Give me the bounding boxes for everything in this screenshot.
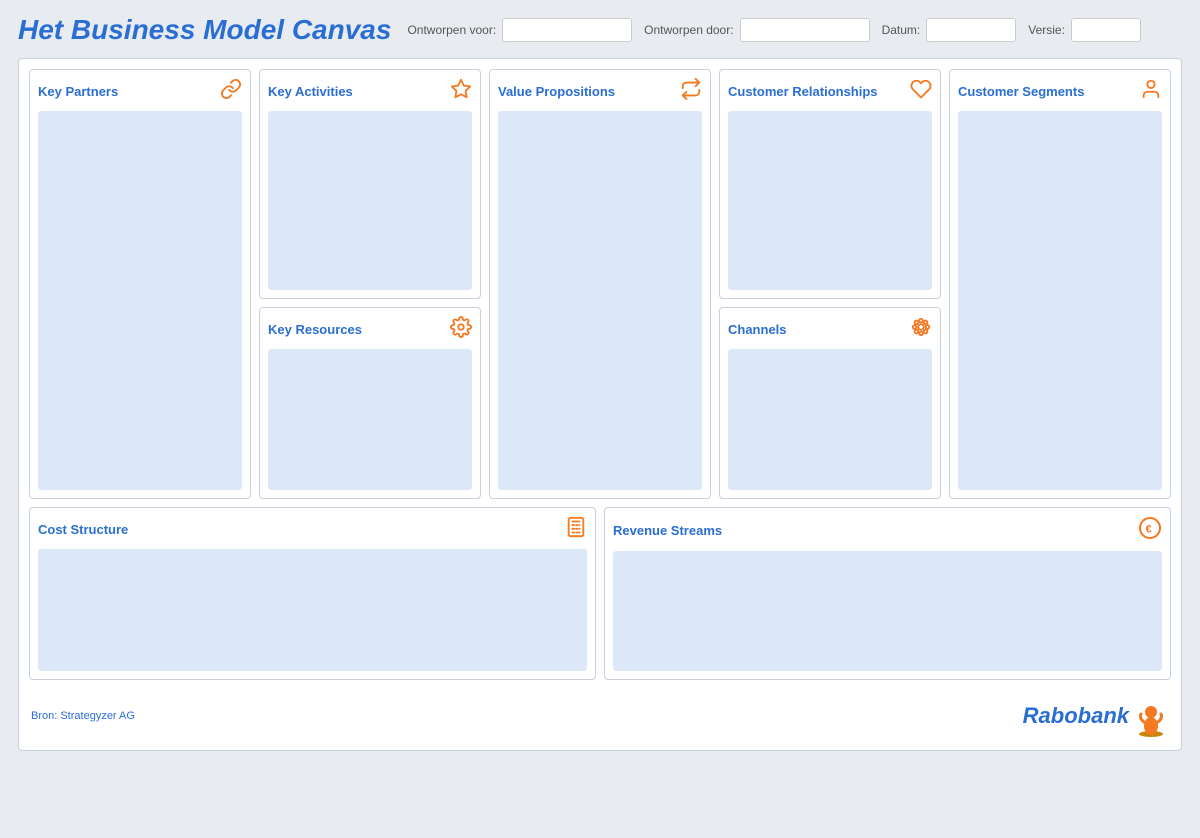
key-partners-col: Key Partners: [29, 69, 251, 499]
footer-logo: Rabobank: [1023, 694, 1169, 738]
versie-input[interactable]: [1071, 18, 1141, 42]
revenue-streams-box[interactable]: Revenue Streams €: [604, 507, 1171, 680]
calc-icon: [565, 516, 587, 543]
top-grid: Key Partners Key Activiti: [29, 69, 1171, 499]
key-partners-box[interactable]: Key Partners: [29, 69, 251, 499]
bottom-grid: Cost Structure: [29, 507, 1171, 680]
flower-icon: [910, 316, 932, 343]
datum-field: Datum:: [882, 18, 1017, 42]
customer-segments-box[interactable]: Customer Segments: [949, 69, 1171, 499]
customer-segments-col: Customer Segments: [949, 69, 1171, 499]
ontworpen-door-label: Ontworpen door:: [644, 23, 733, 37]
key-resources-header: Key Resources: [268, 316, 472, 343]
datum-input[interactable]: [926, 18, 1016, 42]
key-activities-box[interactable]: Key Activities: [259, 69, 481, 299]
heart-icon: [910, 78, 932, 105]
revenue-streams-header: Revenue Streams €: [613, 516, 1162, 545]
customer-segments-header: Customer Segments: [958, 78, 1162, 105]
svg-text:€: €: [1146, 524, 1152, 536]
customer-segments-content: [958, 111, 1162, 490]
key-partners-content: [38, 111, 242, 490]
value-propositions-header: Value Propositions: [498, 78, 702, 105]
value-propositions-content: [498, 111, 702, 490]
key-resources-box[interactable]: Key Resources: [259, 307, 481, 499]
versie-field: Versie:: [1028, 18, 1141, 42]
gear-icon: [450, 316, 472, 343]
cost-structure-header: Cost Structure: [38, 516, 587, 543]
customer-relationships-box[interactable]: Customer Relationships: [719, 69, 941, 299]
revenue-streams-title: Revenue Streams: [613, 523, 722, 538]
ontworpen-voor-field: Ontworpen voor:: [407, 18, 632, 42]
rabobank-logo-text: Rabobank: [1023, 703, 1129, 729]
channels-title: Channels: [728, 322, 787, 337]
ontworpen-voor-label: Ontworpen voor:: [407, 23, 496, 37]
versie-label: Versie:: [1028, 23, 1065, 37]
channels-content: [728, 349, 932, 490]
customer-segments-title: Customer Segments: [958, 84, 1084, 99]
key-activities-content: [268, 111, 472, 290]
header-fields: Ontworpen voor: Ontworpen door: Datum: V…: [407, 18, 1182, 42]
value-propositions-col: Value Propositions: [489, 69, 711, 499]
key-resources-content: [268, 349, 472, 490]
cost-structure-content: [38, 549, 587, 671]
channels-header: Channels: [728, 316, 932, 343]
page-title: Het Business Model Canvas: [18, 14, 391, 46]
value-propositions-box[interactable]: Value Propositions: [489, 69, 711, 499]
revenue-streams-content: [613, 551, 1162, 671]
ontworpen-voor-input[interactable]: [502, 18, 632, 42]
header: Het Business Model Canvas Ontworpen voor…: [18, 14, 1182, 46]
cost-structure-title: Cost Structure: [38, 522, 128, 537]
footer: Bron: Strategyzer AG Rabobank: [29, 688, 1171, 740]
key-activities-resources-col: Key Activities Key Resources: [259, 69, 481, 499]
customer-relationships-header: Customer Relationships: [728, 78, 932, 105]
datum-label: Datum:: [882, 23, 921, 37]
key-activities-title: Key Activities: [268, 84, 353, 99]
rabobank-figure-icon: [1133, 694, 1169, 738]
arrows-icon: [680, 78, 702, 105]
person-icon: [1140, 78, 1162, 105]
customer-relationships-content: [728, 111, 932, 290]
euro-icon: €: [1138, 516, 1162, 545]
channels-box[interactable]: Channels: [719, 307, 941, 499]
key-partners-title: Key Partners: [38, 84, 118, 99]
key-resources-title: Key Resources: [268, 322, 362, 337]
page: Het Business Model Canvas Ontworpen voor…: [0, 0, 1200, 761]
star-icon: [450, 78, 472, 105]
key-activities-header: Key Activities: [268, 78, 472, 105]
customer-relationships-title: Customer Relationships: [728, 84, 878, 99]
ontworpen-door-field: Ontworpen door:: [644, 18, 869, 42]
footer-source: Bron: Strategyzer AG: [31, 710, 135, 722]
cost-structure-box[interactable]: Cost Structure: [29, 507, 596, 680]
ontworpen-door-input[interactable]: [740, 18, 870, 42]
key-partners-header: Key Partners: [38, 78, 242, 105]
canvas-container: Key Partners Key Activiti: [18, 58, 1182, 751]
value-propositions-title: Value Propositions: [498, 84, 615, 99]
customer-relationships-channels-col: Customer Relationships Channels: [719, 69, 941, 499]
link-icon: [220, 78, 242, 105]
